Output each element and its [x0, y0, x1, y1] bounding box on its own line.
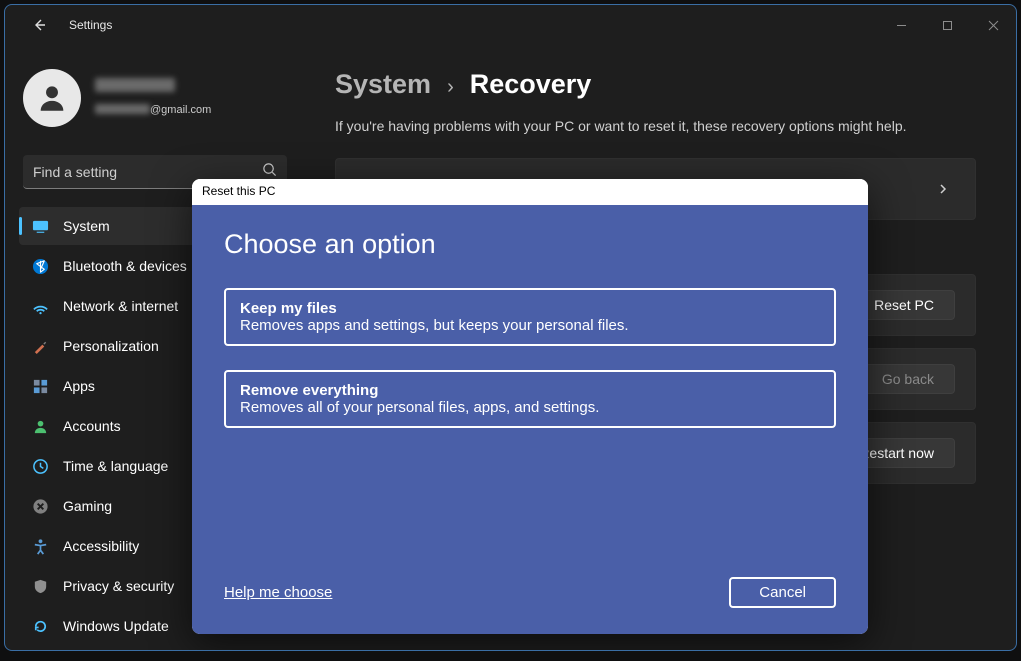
user-email-prefix-redacted: [95, 104, 150, 114]
sidebar-item-label: Windows Update: [63, 618, 169, 634]
breadcrumb-root[interactable]: System: [335, 69, 431, 100]
option-remove-everything[interactable]: Remove everything Removes all of your pe…: [224, 370, 836, 428]
sidebar-item-label: Bluetooth & devices: [63, 258, 187, 274]
network-icon: [31, 297, 49, 315]
option-desc: Removes apps and settings, but keeps you…: [240, 317, 820, 334]
close-button[interactable]: [970, 5, 1016, 45]
apps-icon: [31, 377, 49, 395]
avatar: [23, 69, 81, 127]
app-title: Settings: [69, 18, 112, 32]
user-block[interactable]: @gmail.com: [17, 63, 293, 143]
gaming-icon: [31, 497, 49, 515]
breadcrumb: System › Recovery: [335, 69, 976, 100]
bluetooth-icon: [31, 257, 49, 275]
breadcrumb-leaf: Recovery: [470, 69, 592, 100]
titlebar: Settings: [5, 5, 1016, 45]
dialog-heading: Choose an option: [224, 229, 836, 260]
page-subtitle: If you're having problems with your PC o…: [335, 118, 976, 134]
option-title: Keep my files: [240, 300, 820, 317]
option-title: Remove everything: [240, 382, 820, 399]
user-email-suffix: @gmail.com: [150, 104, 211, 116]
accessibility-icon: [31, 537, 49, 555]
user-info: @gmail.com: [95, 78, 211, 118]
dialog-footer: Help me choose Cancel: [224, 577, 836, 614]
go-back-button[interactable]: Go back: [861, 364, 955, 394]
sidebar-item-label: System: [63, 218, 110, 234]
chevron-right-icon: [931, 177, 955, 201]
accounts-icon: [31, 417, 49, 435]
settings-window: Settings: [4, 4, 1017, 651]
dialog-body: Choose an option Keep my files Removes a…: [192, 205, 868, 634]
reset-pc-button[interactable]: Reset PC: [853, 290, 955, 320]
sidebar-item-label: Personalization: [63, 338, 159, 354]
sidebar-item-label: Accessibility: [63, 538, 139, 554]
personalization-icon: [31, 337, 49, 355]
sidebar-item-label: Time & language: [63, 458, 168, 474]
window-controls: [878, 5, 1016, 45]
sidebar-item-label: Privacy & security: [63, 578, 174, 594]
cancel-button[interactable]: Cancel: [729, 577, 836, 608]
sidebar-item-label: Gaming: [63, 498, 112, 514]
help-me-choose-link[interactable]: Help me choose: [224, 584, 332, 601]
sidebar-item-label: Apps: [63, 378, 95, 394]
user-name-redacted: [95, 78, 175, 92]
update-icon: [31, 617, 49, 635]
search-input[interactable]: [33, 164, 262, 180]
back-button[interactable]: [27, 13, 51, 37]
option-desc: Removes all of your personal files, apps…: [240, 399, 820, 416]
option-keep-my-files[interactable]: Keep my files Removes apps and settings,…: [224, 288, 836, 346]
maximize-button[interactable]: [924, 5, 970, 45]
chevron-right-icon: ›: [447, 76, 454, 99]
dialog-titlebar: Reset this PC: [192, 179, 868, 205]
system-icon: [31, 217, 49, 235]
sidebar-item-label: Network & internet: [63, 298, 178, 314]
time-icon: [31, 457, 49, 475]
minimize-button[interactable]: [878, 5, 924, 45]
sidebar-item-label: Accounts: [63, 418, 121, 434]
privacy-icon: [31, 577, 49, 595]
reset-pc-dialog: Reset this PC Choose an option Keep my f…: [192, 179, 868, 634]
